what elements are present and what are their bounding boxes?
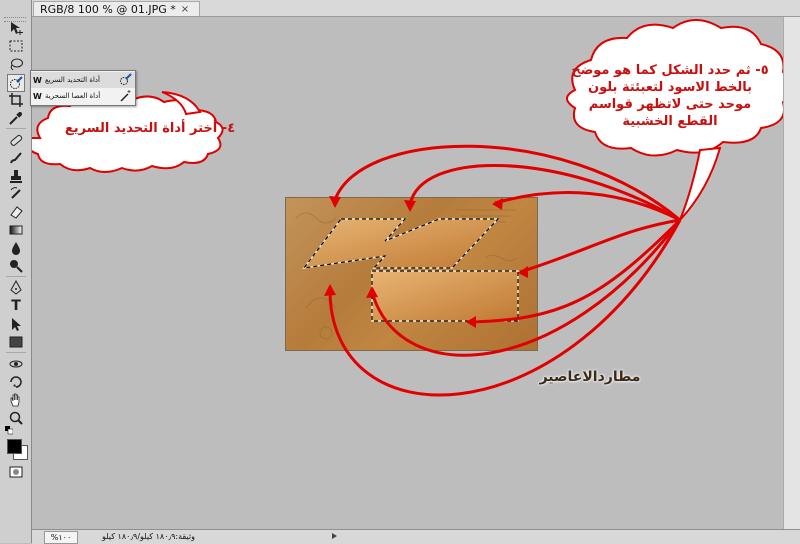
hand-icon[interactable] [8,392,24,408]
watermark-signature: مطاردالاعاصير [539,369,641,385]
shortcut-key: W [33,75,42,85]
eraser-icon[interactable] [8,204,24,220]
step5-callout-text: ٥- ثم حدد الشكل كما هو موضح بالخط الاسود… [571,63,769,129]
default-colors-icon[interactable] [5,426,13,435]
zoom-level[interactable]: %١٠٠ [44,531,78,544]
type-icon[interactable]: T [8,298,24,314]
foreground-color-swatch[interactable] [7,439,22,454]
marquee-icon[interactable] [8,38,24,54]
move-icon[interactable] [8,20,24,36]
arrow-icon[interactable] [8,316,24,332]
shortcut-key: W [33,91,42,101]
vertical-scrollbar[interactable] [783,17,800,529]
toolbar-separator [6,352,26,353]
document-info: وثيقة:١٨٠٫٩ كيلو/١٨٠٫٩ كيلو [102,532,195,541]
3d-rotate-icon[interactable] [8,356,24,372]
flyout-item-label: أداة العصا السحرية [45,92,101,100]
quick-mask-icon[interactable] [8,464,24,480]
tools-panel: T [0,0,32,543]
toolbar-separator [6,128,26,129]
callout-cloud-step5-tail [679,146,722,221]
eyedropper-icon[interactable] [8,110,24,126]
step4-callout-text: ٤- أختر أداة التحديد السريع [64,121,236,136]
tool-flyout-menu: W أداة التحديد السريع W أداة العصا السحر… [30,70,136,106]
crop-icon[interactable] [8,92,24,108]
flyout-item-magic-wand[interactable]: W أداة العصا السحرية [31,88,135,104]
quick-selection-icon [120,73,132,85]
brush-icon[interactable] [8,150,24,166]
flyout-item-label: أداة التحديد السريع [45,76,100,84]
status-menu-arrow-icon[interactable] [332,533,337,539]
drop-icon[interactable] [8,240,24,256]
stamp-icon[interactable] [8,168,24,184]
status-bar: %١٠٠ وثيقة:١٨٠٫٩ كيلو/١٨٠٫٩ كيلو [32,529,800,544]
red-arrows [328,144,682,397]
3d-orbit-icon[interactable] [8,374,24,390]
flyout-item-quick-selection[interactable]: W أداة التحديد السريع [31,72,135,88]
lasso-icon[interactable] [8,56,24,72]
arrow-heads [324,196,528,328]
dodge-icon[interactable] [8,258,24,274]
quick-selection-icon[interactable] [7,74,25,92]
pen-icon[interactable] [8,280,24,296]
history-brush-icon[interactable] [8,186,24,202]
bandage-icon[interactable] [8,132,24,148]
gradient-icon[interactable] [8,222,24,238]
rectangle-icon[interactable] [8,334,24,350]
magic-wand-icon [120,90,131,102]
toolbar-separator [6,276,26,277]
